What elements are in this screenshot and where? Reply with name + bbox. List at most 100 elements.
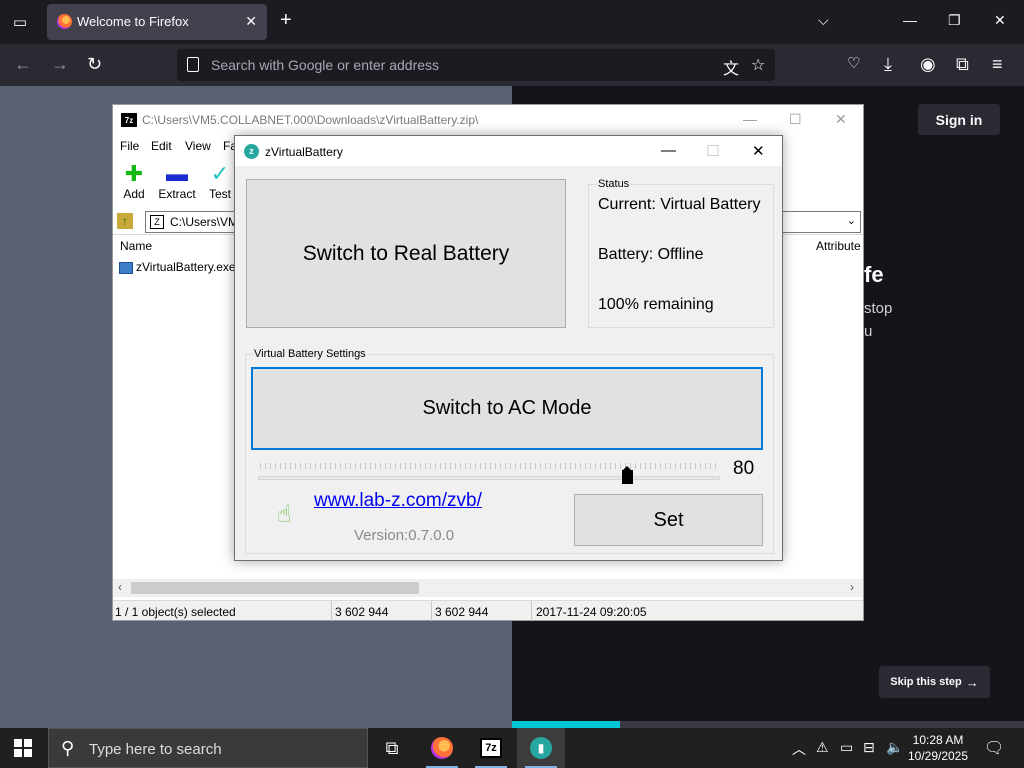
list-item[interactable]: zVirtualBattery.exe — [119, 260, 236, 274]
slider-thumb-body — [622, 470, 634, 484]
bookmark-star-icon[interactable]: ☆ — [751, 55, 765, 75]
sevenzip-title-path: C:\Users\VM5.COLLABNET.000\Downloads\zVi… — [142, 113, 479, 127]
close-icon[interactable]: ✕ — [752, 142, 765, 160]
reload-icon[interactable]: ↻ — [87, 54, 102, 74]
battery-warning-icon[interactable]: ⚠ — [816, 739, 829, 756]
taskbar: ⚲ Type here to search ⧉ 7z ▮ ︿ ⚠ ▭ ⊟ 🔈 1… — [0, 728, 1024, 768]
column-attributes[interactable]: Attribute — [816, 239, 861, 253]
pocket-icon[interactable]: ♡ — [847, 54, 860, 74]
horizontal-scrollbar[interactable]: ‹ › — [113, 579, 863, 597]
downloads-icon[interactable]: ⤓ — [884, 54, 892, 74]
website-link[interactable]: www.lab-z.com/zvb/ — [314, 490, 482, 512]
menu-edit[interactable]: Edit — [151, 139, 172, 153]
status-selected: 1 / 1 object(s) selected — [115, 605, 236, 619]
search-placeholder: Type here to search — [89, 741, 222, 758]
version-text: Version:0.7.0.0 — [354, 527, 455, 544]
restore-icon[interactable]: ❐ — [948, 12, 961, 29]
menu-view[interactable]: View — [185, 139, 211, 153]
folder-up-icon[interactable]: ↑ — [117, 213, 133, 229]
zvb-title: zVirtualBattery — [265, 145, 343, 159]
column-name[interactable]: Name — [120, 239, 152, 253]
welcome-headline: fe — [864, 262, 884, 287]
account-icon[interactable]: ◉ — [920, 54, 936, 74]
tab-welcome[interactable]: Welcome to Firefox ✕ — [47, 4, 267, 40]
onboarding-progress-fill — [512, 721, 620, 728]
chevron-up-icon[interactable]: ︿ — [792, 739, 806, 759]
battery-icon[interactable]: ▭ — [840, 739, 853, 756]
taskbar-search[interactable]: ⚲ Type here to search — [48, 728, 368, 768]
tab-title: Welcome to Firefox — [77, 14, 189, 29]
menu-icon[interactable]: ≡ — [992, 54, 1003, 74]
battery-app-icon: ▮ — [530, 737, 552, 759]
switch-ac-mode-button[interactable]: Switch to AC Mode — [251, 367, 763, 450]
sevenzip-title-bar: 7z C:\Users\VM5.COLLABNET.000\Downloads\… — [113, 105, 863, 135]
status-divider — [531, 601, 532, 621]
sevenzip-status-bar: 1 / 1 object(s) selected 3 602 944 3 602… — [113, 600, 863, 621]
new-tab-icon[interactable]: + — [280, 10, 292, 30]
minimize-icon[interactable]: — — [903, 12, 917, 28]
minus-icon: ▬ — [166, 161, 188, 186]
zip-icon: Z — [150, 215, 164, 229]
zvirtualbattery-window: z zVirtualBattery — ☐ ✕ Switch to Real B… — [234, 135, 783, 561]
extract-label: Extract — [158, 187, 196, 201]
sign-in-button[interactable]: Sign in — [918, 104, 1000, 135]
minimize-icon[interactable]: — — [743, 111, 757, 127]
translate-icon[interactable]: 文 — [723, 55, 739, 79]
firefox-tab-bar: ▭ Welcome to Firefox ✕ + ⌵ — ❐ ✕ — [0, 0, 1024, 44]
taskbar-7zip[interactable]: 7z — [467, 728, 515, 768]
sevenzip-icon: 7z — [480, 738, 502, 758]
tab-close-icon[interactable]: ✕ — [245, 13, 257, 30]
extensions-icon[interactable]: ⧉ — [956, 54, 969, 74]
list-all-tabs-icon[interactable]: ⌵ — [818, 12, 829, 29]
task-view-icon[interactable]: ⧉ — [368, 728, 416, 768]
notifications-icon[interactable]: 🗨 — [984, 738, 1004, 758]
battery-state-text: Battery: Offline — [598, 246, 704, 263]
set-button[interactable]: Set — [574, 494, 763, 546]
extract-button[interactable]: ▬ Extract — [154, 161, 200, 201]
menu-file[interactable]: File — [120, 139, 139, 153]
url-placeholder: Search with Google or enter address — [211, 57, 440, 73]
current-mode-text: Current: Virtual Battery — [598, 196, 761, 213]
back-icon[interactable]: ← — [14, 54, 32, 74]
minimize-icon[interactable]: — — [661, 142, 676, 159]
taskbar-zvirtualbattery[interactable]: ▮ — [517, 728, 565, 768]
scrollbar-thumb[interactable] — [131, 582, 419, 594]
status-group: Status Current: Virtual Battery Battery:… — [588, 178, 774, 328]
welcome-body-line1: stop — [864, 300, 893, 317]
skip-step-button[interactable]: Skip this step → — [879, 666, 990, 698]
close-window-icon[interactable]: ✕ — [994, 12, 1006, 29]
taskbar-clock[interactable]: 10:28 AM 10/29/2025 — [906, 732, 970, 764]
status-divider — [331, 601, 332, 621]
onboarding-progress — [512, 721, 1024, 728]
slider-thumb[interactable] — [622, 466, 634, 484]
close-icon[interactable]: ✕ — [835, 111, 847, 128]
page-icon — [187, 57, 199, 72]
url-bar[interactable]: Search with Google or enter address 文 ☆ — [177, 49, 775, 81]
battery-level-slider[interactable] — [258, 476, 720, 480]
firefox-icon — [431, 737, 453, 759]
plus-icon: ✚ — [124, 161, 144, 186]
tab-list-icon[interactable]: ▭ — [6, 8, 34, 36]
add-button[interactable]: ✚ Add — [111, 161, 157, 201]
scroll-right-icon[interactable]: › — [850, 580, 854, 594]
switch-real-battery-button[interactable]: Switch to Real Battery — [246, 179, 566, 328]
remaining-text: 100% remaining — [598, 296, 714, 313]
forward-icon[interactable]: → — [51, 54, 69, 74]
clock-date: 10/29/2025 — [907, 749, 969, 763]
windows-start-icon[interactable] — [14, 739, 32, 757]
file-name: zVirtualBattery.exe — [136, 260, 236, 274]
skip-step-label: Skip this step — [890, 676, 962, 688]
status-legend: Status — [597, 178, 631, 190]
taskbar-firefox[interactable] — [418, 728, 466, 768]
volume-muted-icon[interactable]: 🔈 — [886, 739, 903, 756]
address-value: C:\Users\VM — [170, 215, 239, 229]
slider-value: 80 — [733, 458, 755, 479]
scroll-left-icon[interactable]: ‹ — [118, 580, 122, 594]
maximize-icon[interactable]: ☐ — [789, 111, 802, 128]
search-icon: ⚲ — [61, 738, 75, 758]
network-icon[interactable]: ⊟ — [863, 739, 875, 756]
slider-ticks — [260, 463, 720, 469]
chevron-down-icon[interactable]: ⌄ — [847, 214, 856, 227]
arrow-right-icon: → — [965, 674, 979, 690]
add-label: Add — [123, 187, 145, 201]
